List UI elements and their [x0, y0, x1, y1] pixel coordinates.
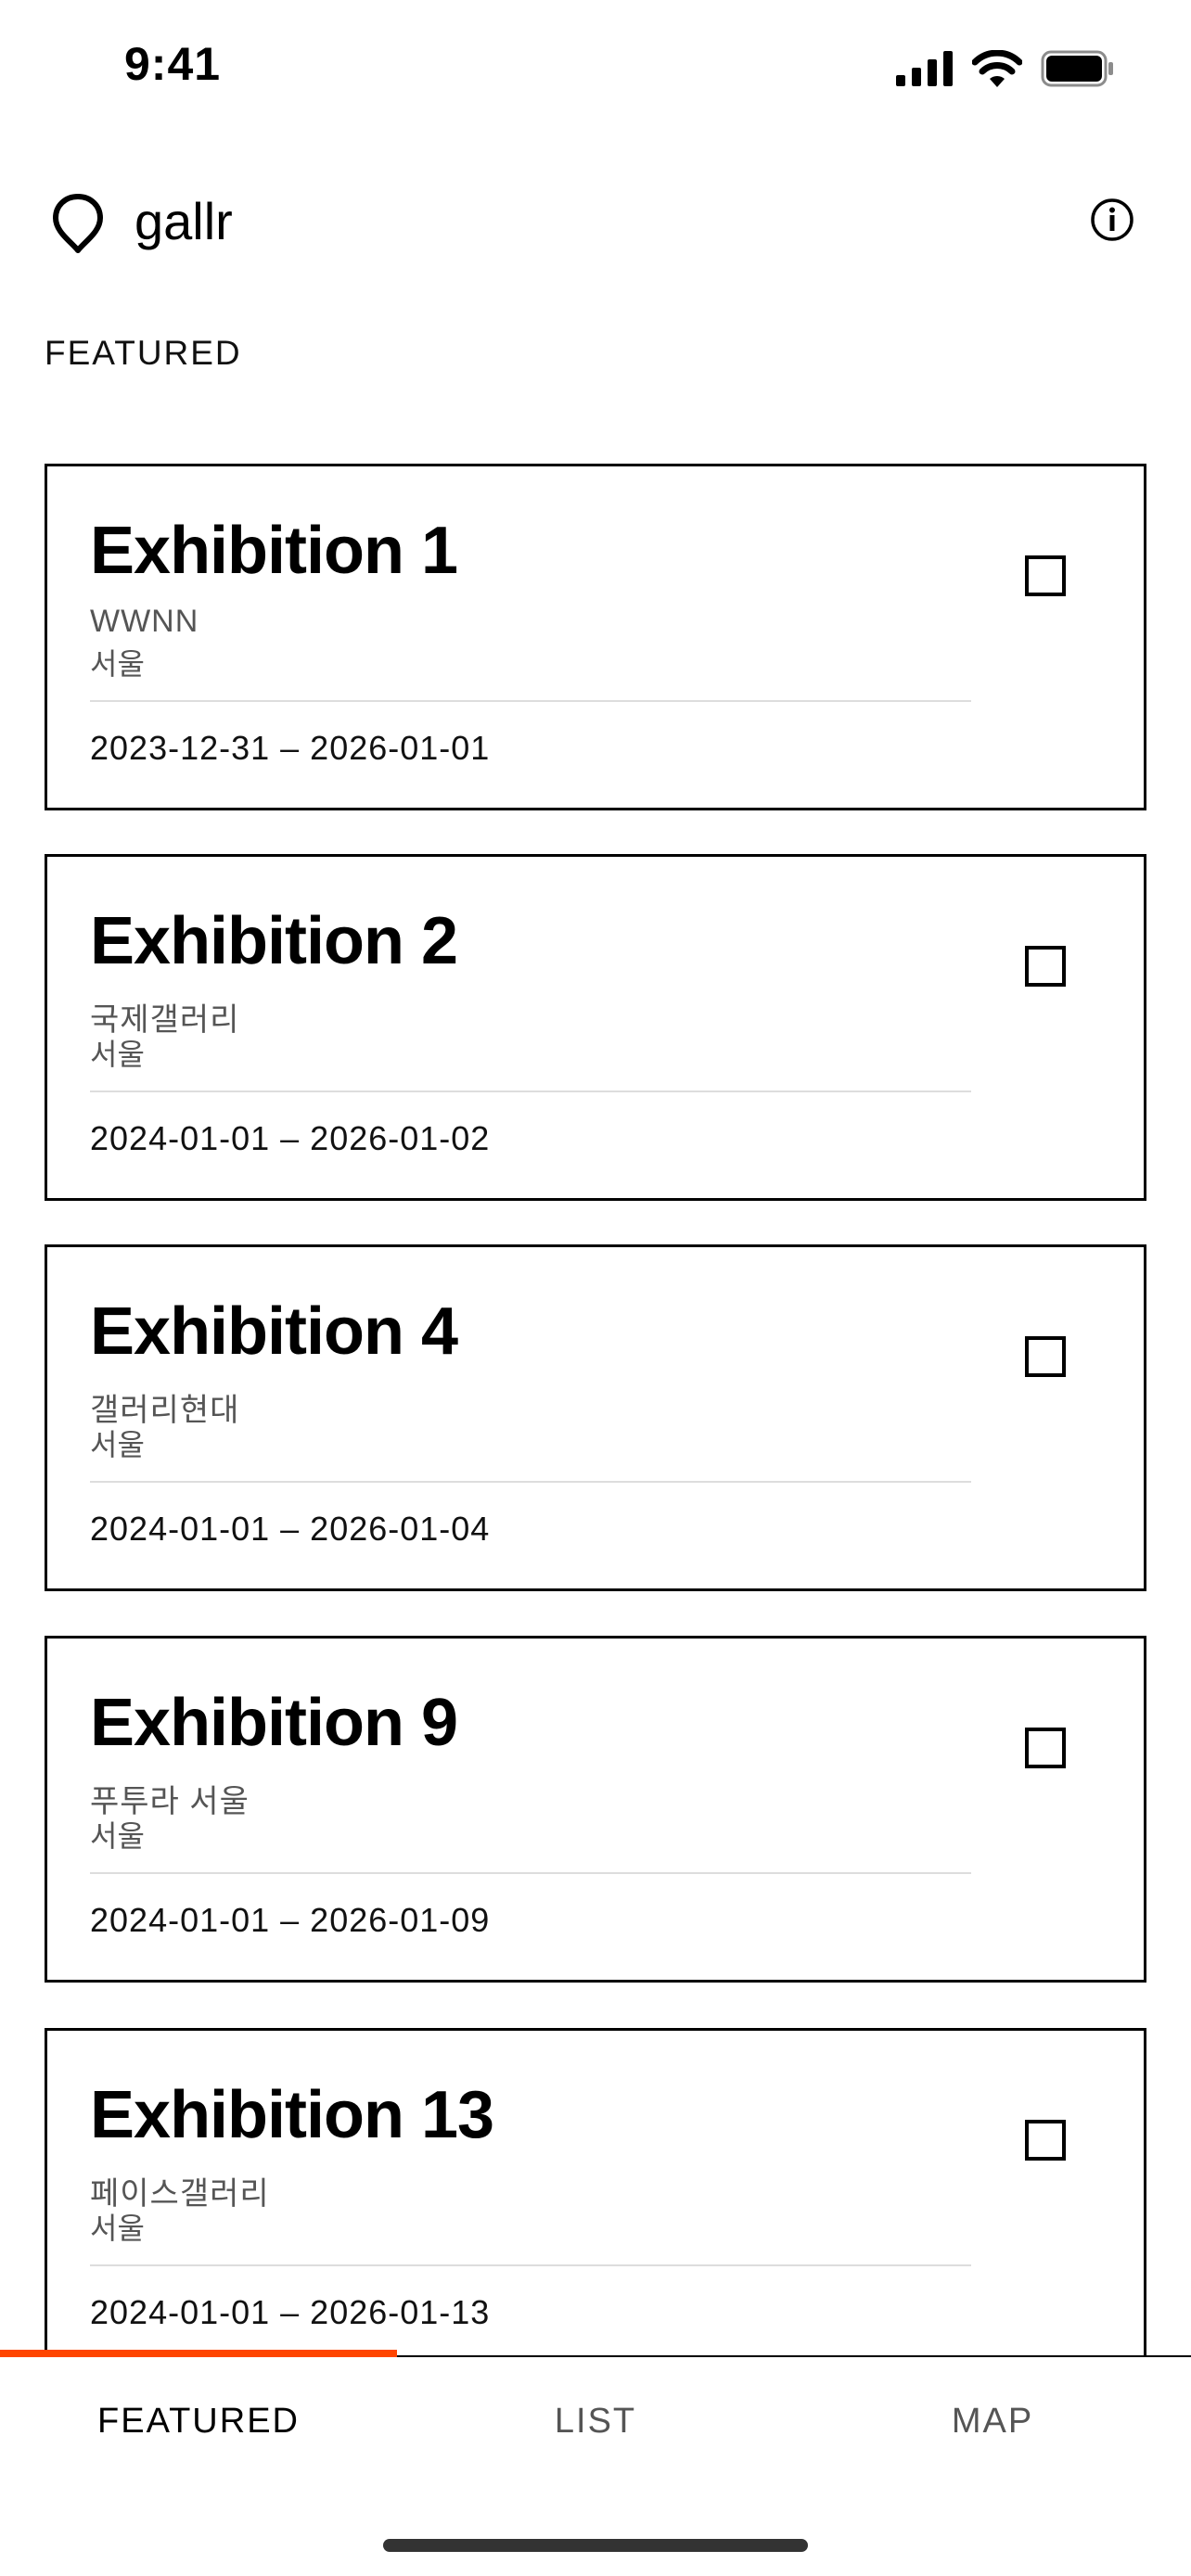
- active-tab-indicator: [0, 2350, 397, 2357]
- wifi-icon: [972, 50, 1022, 87]
- exhibition-card[interactable]: Exhibition 9 푸투라 서울 서울 2024-01-01 – 2026…: [45, 1636, 1146, 1983]
- city-name: 서울: [90, 647, 145, 681]
- gallery-name: WWNN: [90, 604, 199, 639]
- tab-featured[interactable]: FEATURED: [0, 2402, 397, 2442]
- status-time: 9:41: [124, 38, 222, 90]
- tab-map[interactable]: MAP: [794, 2402, 1191, 2442]
- exhibition-title: Exhibition 9: [90, 1686, 458, 1760]
- status-bar: 9:41: [0, 0, 1191, 139]
- city-name: 서울: [90, 1038, 145, 1071]
- info-icon[interactable]: [1089, 197, 1135, 243]
- exhibition-title: Exhibition 4: [90, 1294, 458, 1369]
- divider: [90, 1872, 971, 1874]
- bookmark-checkbox[interactable]: [1025, 1728, 1066, 1768]
- exhibition-card[interactable]: Exhibition 13 페이스갤러리 서울 2024-01-01 – 202…: [45, 2028, 1146, 2355]
- exhibition-dates: 2024-01-01 – 2026-01-04: [90, 1510, 491, 1548]
- battery-icon: [1041, 50, 1113, 87]
- exhibition-card[interactable]: Exhibition 1 WWNN 서울 2023-12-31 – 2026-0…: [45, 464, 1146, 810]
- divider: [90, 1481, 971, 1483]
- home-indicator[interactable]: [383, 2539, 808, 2552]
- cellular-signal-icon: [896, 51, 953, 86]
- exhibition-title: Exhibition 13: [90, 2078, 494, 2152]
- exhibition-card[interactable]: Exhibition 2 국제갤러리 서울 2024-01-01 – 2026-…: [45, 854, 1146, 1201]
- status-icons: [896, 48, 1115, 89]
- divider: [90, 2264, 971, 2266]
- city-name: 서울: [90, 2212, 145, 2245]
- bookmark-checkbox[interactable]: [1025, 946, 1066, 987]
- exhibition-dates: 2023-12-31 – 2026-01-01: [90, 729, 491, 767]
- bookmark-checkbox[interactable]: [1025, 2120, 1066, 2161]
- exhibition-dates: 2024-01-01 – 2026-01-13: [90, 2293, 491, 2331]
- divider: [90, 1090, 971, 1092]
- city-name: 서울: [90, 1428, 145, 1461]
- exhibition-title: Exhibition 2: [90, 904, 458, 978]
- exhibition-list[interactable]: Exhibition 1 WWNN 서울 2023-12-31 – 2026-0…: [45, 464, 1146, 2355]
- exhibition-card[interactable]: Exhibition 4 갤러리현대 서울 2024-01-01 – 2026-…: [45, 1244, 1146, 1591]
- bookmark-checkbox[interactable]: [1025, 1336, 1066, 1377]
- location-pin-icon: [53, 194, 103, 253]
- section-title: FEATURED: [45, 334, 242, 372]
- app-header: gallr: [0, 176, 1191, 269]
- bookmark-checkbox[interactable]: [1025, 555, 1066, 596]
- divider: [90, 700, 971, 702]
- tab-list[interactable]: LIST: [397, 2402, 794, 2442]
- app-title: gallr: [134, 192, 233, 250]
- exhibition-dates: 2024-01-01 – 2026-01-02: [90, 1119, 491, 1157]
- exhibition-dates: 2024-01-01 – 2026-01-09: [90, 1901, 491, 1939]
- city-name: 서울: [90, 1819, 145, 1853]
- exhibition-title: Exhibition 1: [90, 514, 458, 588]
